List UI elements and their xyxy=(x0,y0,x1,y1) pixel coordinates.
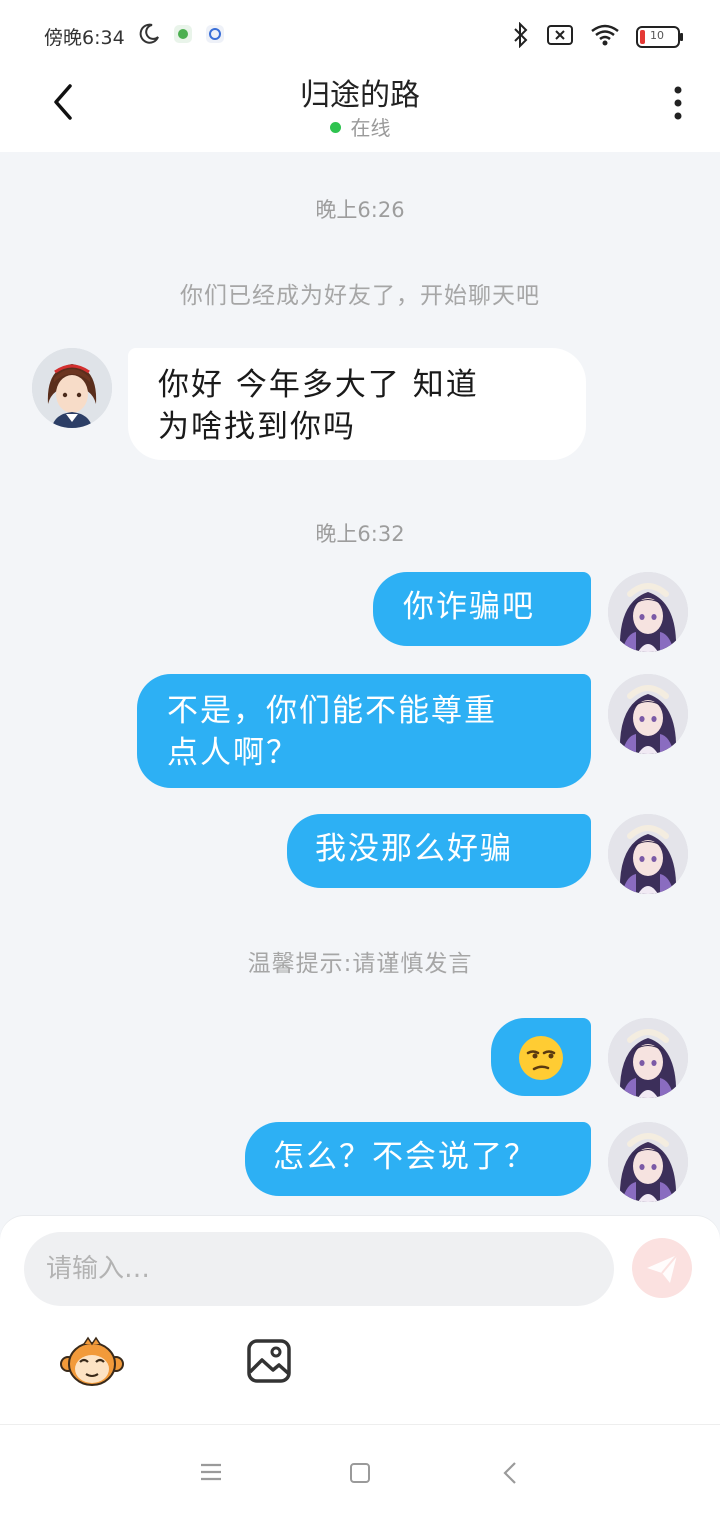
system-navigation-bar xyxy=(0,1424,720,1520)
chat-header: 归途的路 在线 xyxy=(0,68,720,152)
menu-icon xyxy=(201,1463,221,1481)
contact-name: 归途的路 xyxy=(300,78,420,113)
emoji-button[interactable] xyxy=(60,1336,124,1388)
send-plane-icon xyxy=(647,1254,678,1283)
system-back-button[interactable] xyxy=(502,1461,518,1485)
status-time: 傍晚6:34 xyxy=(44,26,125,49)
chat-messages[interactable]: 晚上6:26 你们已经成为好友了，开始聊天吧 你好 今年多大了 知道 为啥找到你… xyxy=(0,152,720,1218)
battery-icon: 10 xyxy=(636,26,684,48)
message-text-line: 不是，你们能不能尊重 xyxy=(167,693,497,729)
message-text: 怎么？不会说了？ xyxy=(273,1139,537,1175)
wifi-icon xyxy=(590,23,620,51)
status-bar: 傍晚6:34 10 xyxy=(0,0,720,68)
my-avatar-image xyxy=(608,572,688,652)
my-avatar-image xyxy=(608,1018,688,1098)
home-button[interactable] xyxy=(350,1463,370,1483)
my-avatar[interactable] xyxy=(608,1122,688,1202)
recents-button[interactable] xyxy=(200,1463,222,1481)
my-avatar-image xyxy=(608,674,688,754)
outgoing-message-bubble[interactable]: 我没那么好骗 xyxy=(287,814,591,888)
message-text-line: 点人啊？ xyxy=(167,735,299,771)
more-options-button[interactable] xyxy=(672,86,684,120)
online-status: 在线 xyxy=(0,112,720,141)
sim-off-icon xyxy=(546,24,574,50)
contact-avatar-image xyxy=(32,348,112,428)
contact-avatar[interactable] xyxy=(32,348,112,428)
app-notification-icon xyxy=(173,24,193,48)
app-notification-icon xyxy=(205,24,225,48)
outgoing-message-bubble[interactable]: 怎么？不会说了？ xyxy=(245,1122,591,1196)
incoming-message-bubble[interactable]: 你好 今年多大了 知道 为啥找到你吗 xyxy=(128,348,586,460)
system-notice: 你们已经成为好友了，开始聊天吧 xyxy=(180,283,540,309)
message-text-line: 为啥找到你吗 xyxy=(158,409,356,445)
online-dot-icon xyxy=(329,122,341,133)
message-timestamp: 晚上6:26 xyxy=(315,198,405,222)
message-text: 我没那么好骗 xyxy=(315,831,513,867)
my-avatar[interactable] xyxy=(608,1018,688,1098)
message-composer xyxy=(0,1216,720,1424)
online-status-text: 在线 xyxy=(350,116,391,140)
moon-icon xyxy=(137,22,161,50)
my-avatar[interactable] xyxy=(608,674,688,754)
monkey-face-icon xyxy=(60,1336,124,1386)
image-icon xyxy=(247,1339,291,1383)
message-text: 你诈骗吧 xyxy=(403,589,535,625)
my-avatar[interactable] xyxy=(608,572,688,652)
message-input[interactable] xyxy=(24,1232,614,1306)
chevron-left-icon xyxy=(503,1462,516,1484)
message-timestamp: 晚上6:32 xyxy=(315,522,405,546)
battery-level: 10 xyxy=(650,29,664,42)
my-avatar-image xyxy=(608,814,688,894)
outgoing-message-bubble[interactable]: 你诈骗吧 xyxy=(373,572,591,646)
outgoing-message-bubble[interactable]: 不是，你们能不能尊重 点人啊？ xyxy=(137,674,591,788)
more-vertical-icon xyxy=(674,86,682,120)
send-button[interactable] xyxy=(632,1238,692,1298)
message-text-line: 你好 今年多大了 知道 xyxy=(158,367,479,403)
warning-tip: 温馨提示:请谨慎发言 xyxy=(247,951,473,977)
outgoing-message-bubble[interactable] xyxy=(491,1018,591,1096)
image-picker-button[interactable] xyxy=(246,1338,292,1384)
my-avatar[interactable] xyxy=(608,814,688,894)
bluetooth-icon xyxy=(512,21,530,52)
unamused-face-icon xyxy=(519,1036,563,1080)
my-avatar-image xyxy=(608,1122,688,1202)
